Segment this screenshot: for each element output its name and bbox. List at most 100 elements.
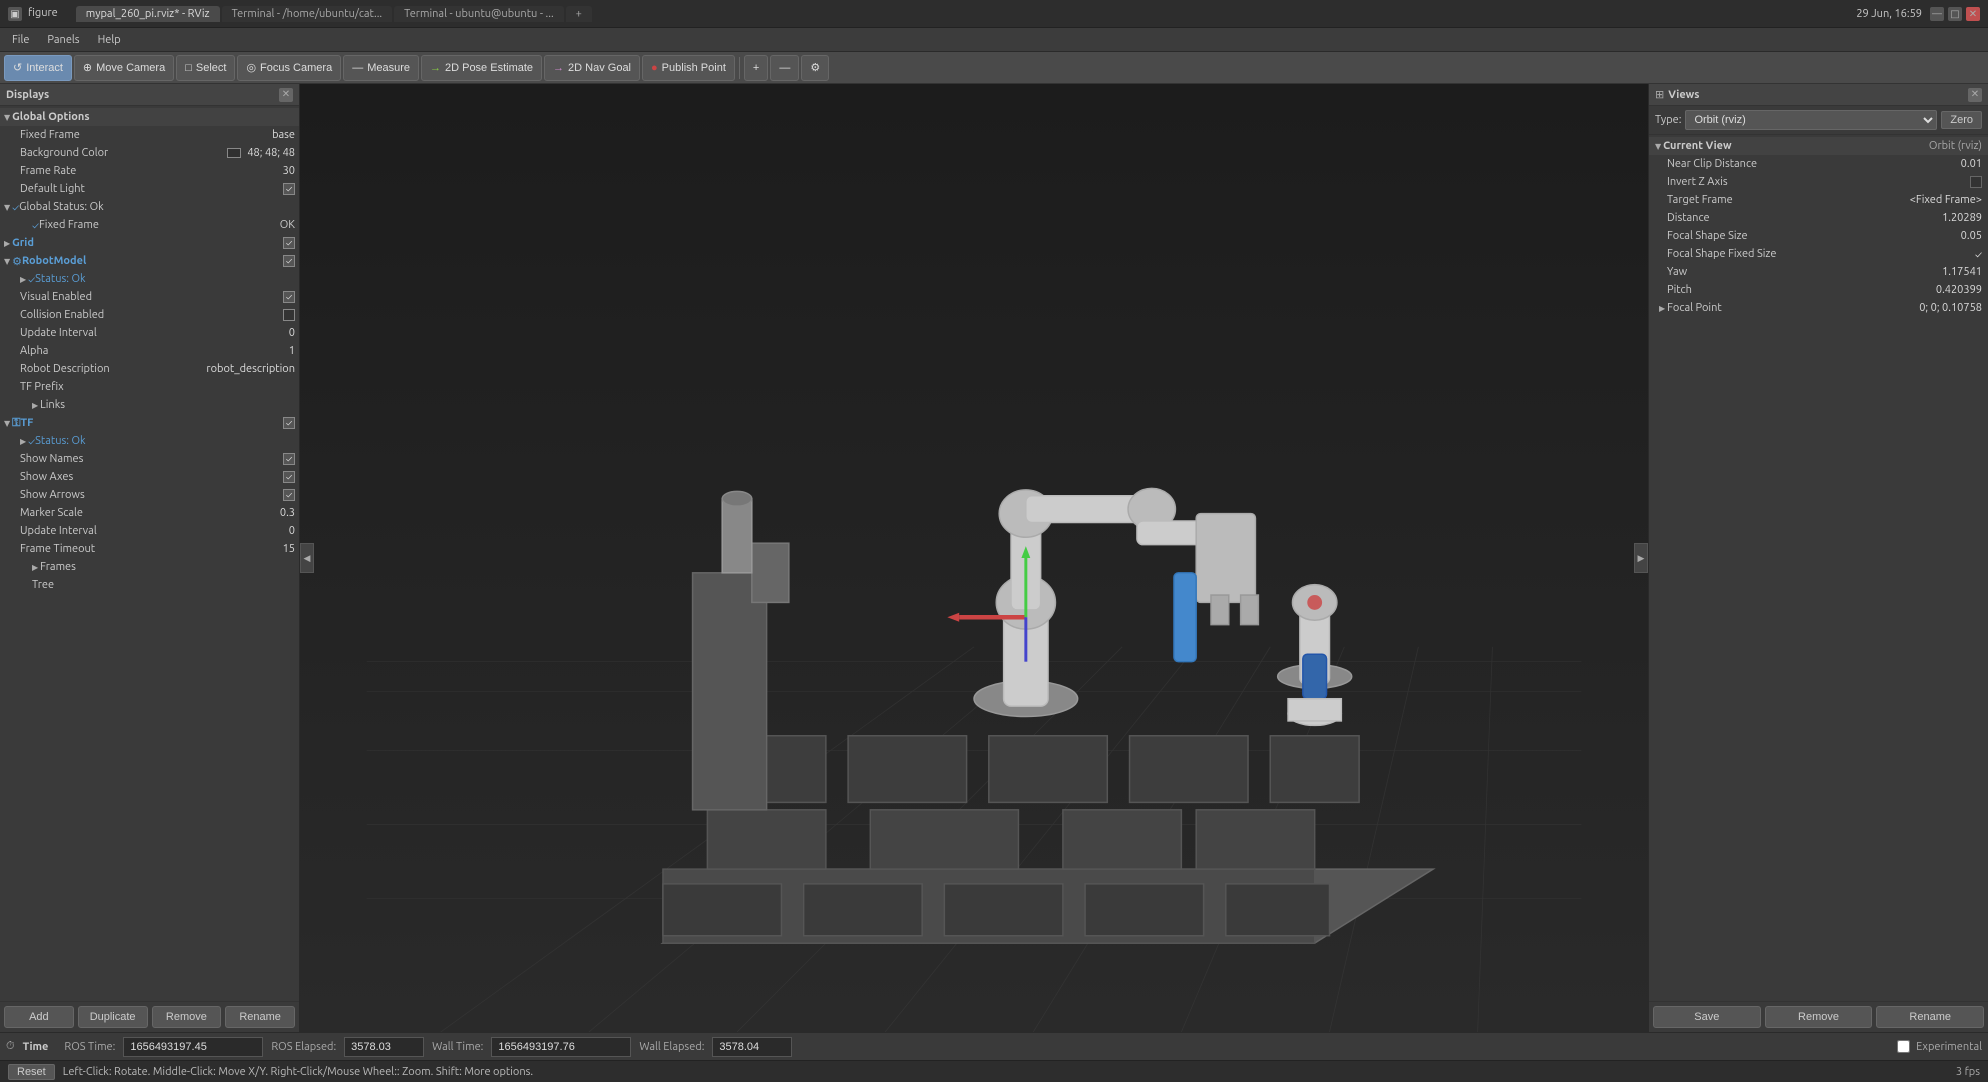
bg-color-value: 48; 48; 48 [247, 147, 295, 159]
global-options-header[interactable]: Global Options [0, 108, 299, 126]
add-button[interactable]: Add [4, 1006, 74, 1028]
toolbar-focus-camera[interactable]: ◎ Focus Camera [237, 55, 341, 81]
tab-new[interactable]: + [566, 6, 592, 22]
minimize-btn[interactable]: — [1930, 7, 1944, 21]
alpha-label: Alpha [20, 345, 285, 357]
views-type-select[interactable]: Orbit (rviz) [1685, 110, 1937, 130]
target-frame-row: Target Frame <Fixed Frame> [1649, 191, 1988, 209]
frames-header[interactable]: Frames [0, 558, 299, 576]
tab-terminal1[interactable]: Terminal - /home/ubuntu/cat... [222, 6, 393, 22]
grid-checkbox[interactable]: ✓ [283, 237, 295, 249]
grid-header[interactable]: Grid ✓ [0, 234, 299, 252]
menu-panels[interactable]: Panels [39, 32, 87, 48]
target-frame-value[interactable]: <Fixed Frame> [1910, 194, 1982, 206]
3d-scene [300, 84, 1648, 1032]
focal-shape-size-value[interactable]: 0.05 [1961, 230, 1982, 242]
views-save-button[interactable]: Save [1653, 1006, 1761, 1028]
frame-rate-value[interactable]: 30 [283, 165, 295, 177]
toolbar-2d-nav[interactable]: → 2D Nav Goal [544, 55, 640, 81]
show-axes-checkbox[interactable]: ✓ [283, 471, 295, 483]
wall-time-input[interactable] [491, 1037, 631, 1057]
toolbar-minus[interactable]: — [770, 55, 799, 81]
show-names-row: Show Names ✓ [0, 450, 299, 468]
current-view-header[interactable]: Current View Orbit (rviz) [1649, 137, 1988, 155]
displays-panel-close[interactable]: ✕ [279, 88, 293, 102]
yaw-value[interactable]: 1.17541 [1942, 266, 1982, 278]
robotmodel-status-row[interactable]: ✓ Status: Ok [0, 270, 299, 288]
duplicate-button[interactable]: Duplicate [78, 1006, 148, 1028]
tab-rviz[interactable]: mypal_260_pi.rviz* - RViz [76, 6, 220, 22]
alpha-row: Alpha 1 [0, 342, 299, 360]
right-panel-toggle[interactable]: ▶ [1634, 543, 1648, 573]
ros-time-input[interactable] [123, 1037, 263, 1057]
update-interval-value[interactable]: 0 [289, 327, 295, 339]
viewport-3d[interactable]: ◀ ▶ [300, 84, 1648, 1032]
toolbar-2d-pose[interactable]: → 2D Pose Estimate [421, 55, 542, 81]
current-view-arrow [1655, 141, 1661, 151]
wall-elapsed-input[interactable] [712, 1037, 792, 1057]
toolbar-publish-point[interactable]: ● Publish Point [642, 55, 735, 81]
links-arrow [32, 400, 38, 410]
menu-file[interactable]: File [4, 32, 37, 48]
robotmodel-checkbox[interactable]: ✓ [283, 255, 295, 267]
maximize-btn[interactable]: □ [1948, 7, 1962, 21]
toolbar-select[interactable]: □ Select [176, 55, 235, 81]
invert-z-checkbox[interactable] [1970, 176, 1982, 188]
show-arrows-label: Show Arrows [20, 489, 283, 501]
toolbar-move-camera[interactable]: ⊕ Move Camera [74, 55, 174, 81]
focal-shape-size-label: Focal Shape Size [1667, 230, 1961, 242]
near-clip-value[interactable]: 0.01 [1961, 158, 1982, 170]
tf-checkbox[interactable]: ✓ [283, 417, 295, 429]
views-remove-button[interactable]: Remove [1765, 1006, 1873, 1028]
default-light-checkbox[interactable]: ✓ [283, 183, 295, 195]
tree-label: Tree [32, 579, 54, 591]
global-status-items: ✓ Fixed Frame OK [0, 216, 299, 234]
distance-value[interactable]: 1.20289 [1942, 212, 1982, 224]
visual-enabled-checkbox[interactable]: ✓ [283, 291, 295, 303]
marker-scale-label: Marker Scale [20, 507, 276, 519]
frame-timeout-value[interactable]: 15 [283, 543, 295, 555]
show-names-checkbox[interactable]: ✓ [283, 453, 295, 465]
close-btn[interactable]: ✕ [1966, 7, 1980, 21]
show-arrows-checkbox[interactable]: ✓ [283, 489, 295, 501]
fps-counter: 3 fps [1956, 1066, 1980, 1078]
toolbar-measure[interactable]: — Measure [343, 55, 419, 81]
window-controls: — □ ✕ [1930, 7, 1980, 21]
robot-description-row: Robot Description robot_description [0, 360, 299, 378]
pitch-value[interactable]: 0.420399 [1936, 284, 1982, 296]
views-rename-button[interactable]: Rename [1876, 1006, 1984, 1028]
alpha-value[interactable]: 1 [289, 345, 295, 357]
focal-point-row[interactable]: Focal Point 0; 0; 0.10758 [1649, 299, 1988, 317]
links-header[interactable]: Links [0, 396, 299, 414]
tab-terminal2[interactable]: Terminal - ubuntu@ubuntu - ... [394, 6, 564, 22]
plus-icon: + [753, 62, 759, 74]
robot-description-value[interactable]: robot_description [206, 363, 295, 375]
left-panel-toggle[interactable]: ◀ [300, 543, 314, 573]
experimental-label: Experimental [1916, 1041, 1982, 1053]
visual-enabled-row: Visual Enabled ✓ [0, 288, 299, 306]
toolbar-plus[interactable]: + [744, 55, 768, 81]
fixed-frame-value[interactable]: base [272, 129, 295, 141]
tf-update-interval-value[interactable]: 0 [289, 525, 295, 537]
bg-color-swatch[interactable] [227, 148, 241, 158]
remove-button[interactable]: Remove [152, 1006, 222, 1028]
menu-help[interactable]: Help [90, 32, 129, 48]
rename-button[interactable]: Rename [225, 1006, 295, 1028]
tree-header[interactable]: Tree [0, 576, 299, 594]
global-status-header[interactable]: ✓ Global Status: Ok [0, 198, 299, 216]
experimental-checkbox[interactable] [1897, 1040, 1910, 1053]
toolbar-interact[interactable]: ↺ Interact [4, 55, 72, 81]
views-zero-btn[interactable]: Zero [1941, 111, 1982, 129]
reset-button[interactable]: Reset [8, 1064, 55, 1080]
toolbar-settings[interactable]: ⚙ [801, 55, 829, 81]
marker-scale-value[interactable]: 0.3 [280, 507, 295, 519]
displays-panel: Displays ✕ Global Options Fixed Frame ba… [0, 84, 300, 1032]
views-panel-close[interactable]: ✕ [1968, 88, 1982, 102]
near-clip-row: Near Clip Distance 0.01 [1649, 155, 1988, 173]
ros-elapsed-input[interactable] [344, 1037, 424, 1057]
tf-status-row[interactable]: ✓ Status: Ok [0, 432, 299, 450]
collision-enabled-checkbox[interactable] [283, 309, 295, 321]
robotmodel-header[interactable]: ⚙ RobotModel ✓ [0, 252, 299, 270]
focal-shape-fixed-value[interactable]: ✓ [1975, 249, 1982, 260]
tf-header[interactable]: ⚿ TF ✓ [0, 414, 299, 432]
